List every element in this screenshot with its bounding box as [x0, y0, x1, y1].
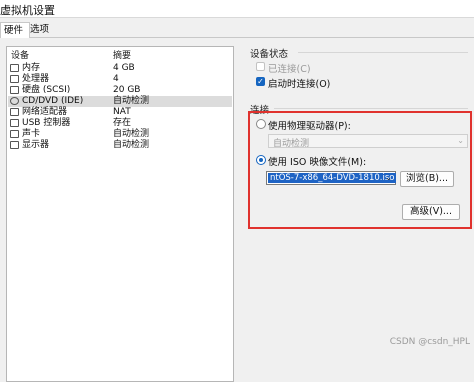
device-name: 处理器: [22, 74, 50, 84]
device-row-display[interactable]: 显示器 自动检测: [8, 140, 232, 151]
connect-at-power-on-label: 启动时连接(O): [268, 79, 331, 90]
device-name: 声卡: [22, 129, 41, 139]
device-summary: 自动检测: [113, 140, 150, 150]
device-summary: 存在: [113, 118, 132, 128]
device-name: 内存: [22, 63, 41, 73]
device-name: CD/DVD (IDE): [22, 96, 84, 106]
usb-icon: [10, 119, 19, 127]
connected-checkbox[interactable]: [256, 62, 265, 71]
device-column-header[interactable]: 设备: [11, 50, 29, 62]
device-list: 设备 摘要 内存 4 GB 处理器 4 硬盘 (SCSI) 20 GB CD/D…: [6, 46, 234, 382]
device-row-usb-controller[interactable]: USB 控制器 存在: [8, 118, 232, 129]
device-summary: 自动检测: [113, 96, 150, 106]
device-status-label: 设备状态: [250, 49, 289, 60]
group-divider: [274, 108, 468, 109]
summary-column-header[interactable]: 摘要: [113, 50, 131, 62]
watermark: CSDN @csdn_HPL: [389, 337, 470, 347]
device-row-sound-card[interactable]: 声卡 自动检测: [8, 129, 232, 140]
device-summary: 4: [113, 74, 119, 84]
device-name: 硬盘 (SCSI): [22, 85, 71, 95]
device-summary: 自动检测: [113, 129, 150, 139]
device-row-processor[interactable]: 处理器 4: [8, 74, 232, 85]
device-row-hard-disk[interactable]: 硬盘 (SCSI) 20 GB: [8, 85, 232, 96]
device-summary: NAT: [113, 107, 131, 117]
connect-at-power-on-checkbox[interactable]: ✓: [256, 77, 265, 86]
hard-disk-icon: [10, 86, 19, 94]
device-name: 网络适配器: [22, 107, 68, 117]
connected-label: 已连接(C): [268, 64, 311, 75]
title-bar: 虚拟机设置: [0, 0, 474, 18]
device-row-network-adapter[interactable]: 网络适配器 NAT: [8, 107, 232, 118]
display-icon: [10, 141, 19, 149]
highlight-annotation: [248, 111, 472, 229]
device-row-memory[interactable]: 内存 4 GB: [8, 63, 232, 74]
tab-hardware[interactable]: 硬件: [0, 22, 30, 38]
tab-bar: 硬件 选项: [0, 22, 474, 38]
sound-card-icon: [10, 130, 19, 138]
device-summary: 4 GB: [113, 63, 135, 73]
cd-dvd-icon: [10, 97, 19, 105]
device-name: 显示器: [22, 140, 50, 150]
device-name: USB 控制器: [22, 118, 71, 128]
group-divider: [298, 52, 468, 53]
network-adapter-icon: [10, 108, 19, 116]
window-title: 虚拟机设置: [0, 4, 55, 17]
processor-icon: [10, 75, 19, 83]
device-row-cd-dvd[interactable]: CD/DVD (IDE) 自动检测: [8, 96, 232, 107]
memory-icon: [10, 64, 19, 72]
tab-options[interactable]: 选项: [27, 22, 57, 37]
device-summary: 20 GB: [113, 85, 141, 95]
